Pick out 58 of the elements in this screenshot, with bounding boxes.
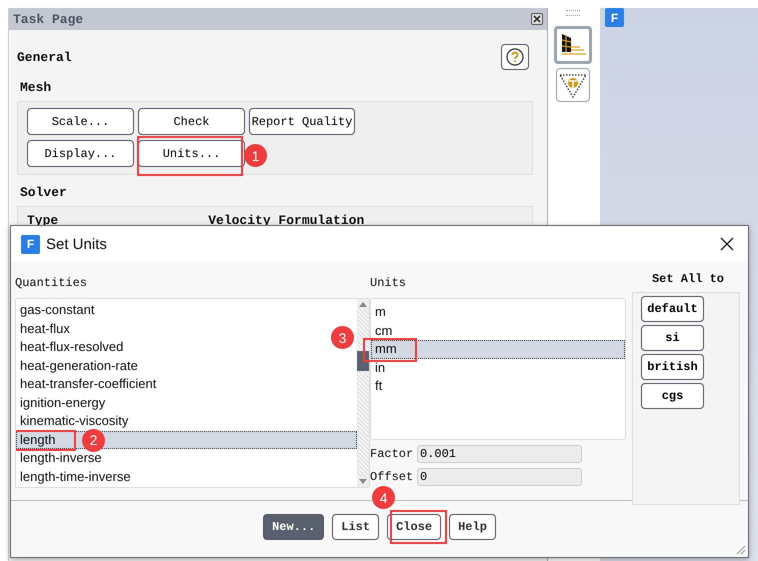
input-field[interactable]: 0.001 xyxy=(417,445,582,463)
list-item[interactable]: heat-flux xyxy=(16,320,70,338)
field-label: Velocity Formulation xyxy=(208,213,364,228)
unit-system-button[interactable]: british xyxy=(641,354,704,380)
mesh-button[interactable]: Display... xyxy=(27,140,134,167)
mesh-tool-button[interactable] xyxy=(554,26,592,64)
page-heading: General xyxy=(17,50,72,64)
section-title: Mesh xyxy=(20,80,52,95)
field-label: Offset xyxy=(370,470,414,484)
unit-system-button[interactable]: si xyxy=(641,325,704,351)
resize-grip-icon[interactable] xyxy=(734,543,746,555)
list-item[interactable]: ft xyxy=(371,377,382,396)
dialog-button[interactable]: New... xyxy=(263,514,324,540)
scrollbar[interactable] xyxy=(357,299,369,487)
panel-title: Task Page xyxy=(13,12,84,26)
step-badge: 4 xyxy=(372,486,396,509)
app-logo: F xyxy=(605,8,624,27)
filter-tool-button[interactable] xyxy=(556,68,590,102)
mesh-button[interactable]: Scale... xyxy=(27,108,134,135)
help-icon xyxy=(506,48,524,66)
list-item[interactable]: heat-generation-rate xyxy=(16,356,138,375)
mesh-button[interactable]: Report Quality xyxy=(249,108,355,135)
drag-handle[interactable] xyxy=(566,10,580,16)
mesh-button[interactable]: Units... xyxy=(138,140,245,167)
list-item[interactable]: mm xyxy=(371,340,625,358)
group-label: Set All to xyxy=(650,272,725,288)
list-item[interactable]: ignition-energy xyxy=(16,394,106,412)
highlight-box xyxy=(16,430,76,450)
highlight-box xyxy=(363,338,417,362)
list-label: Quantities xyxy=(15,276,88,292)
dialog-button[interactable]: Close xyxy=(387,514,442,540)
input-field[interactable]: 0 xyxy=(417,468,582,486)
list-item[interactable]: heat-transfer-coefficient xyxy=(16,375,156,394)
dialog-title: Set Units xyxy=(46,236,108,252)
list-item[interactable]: m xyxy=(371,303,386,322)
field-label: Factor xyxy=(370,447,414,461)
list-item[interactable]: cm xyxy=(371,322,392,340)
dialog-button[interactable]: List xyxy=(332,514,380,540)
step-badge: 2 xyxy=(82,428,105,452)
help-button[interactable] xyxy=(501,44,529,70)
unit-system-button[interactable]: cgs xyxy=(641,383,704,409)
list-item[interactable]: length-time-inverse xyxy=(16,468,131,486)
close-icon[interactable] xyxy=(720,237,734,251)
mesh-button[interactable]: Check xyxy=(138,108,245,135)
list-label: Units xyxy=(370,276,408,292)
app-logo: F xyxy=(21,234,40,254)
close-icon[interactable] xyxy=(531,13,543,25)
list-item[interactable]: in xyxy=(371,358,386,377)
dialog-button[interactable]: Help xyxy=(449,514,496,540)
unit-system-button[interactable]: default xyxy=(641,296,704,322)
list-item[interactable]: heat-flux-resolved xyxy=(16,338,124,356)
step-badge: 1 xyxy=(244,144,267,167)
section-title: Solver xyxy=(20,185,68,200)
list-item[interactable]: length-inverse xyxy=(16,449,102,468)
triangle-icon xyxy=(558,72,588,98)
highlight-box xyxy=(390,510,448,544)
list-item[interactable]: kinematic-viscosity xyxy=(16,412,128,430)
list-item[interactable]: gas-constant xyxy=(16,301,94,320)
